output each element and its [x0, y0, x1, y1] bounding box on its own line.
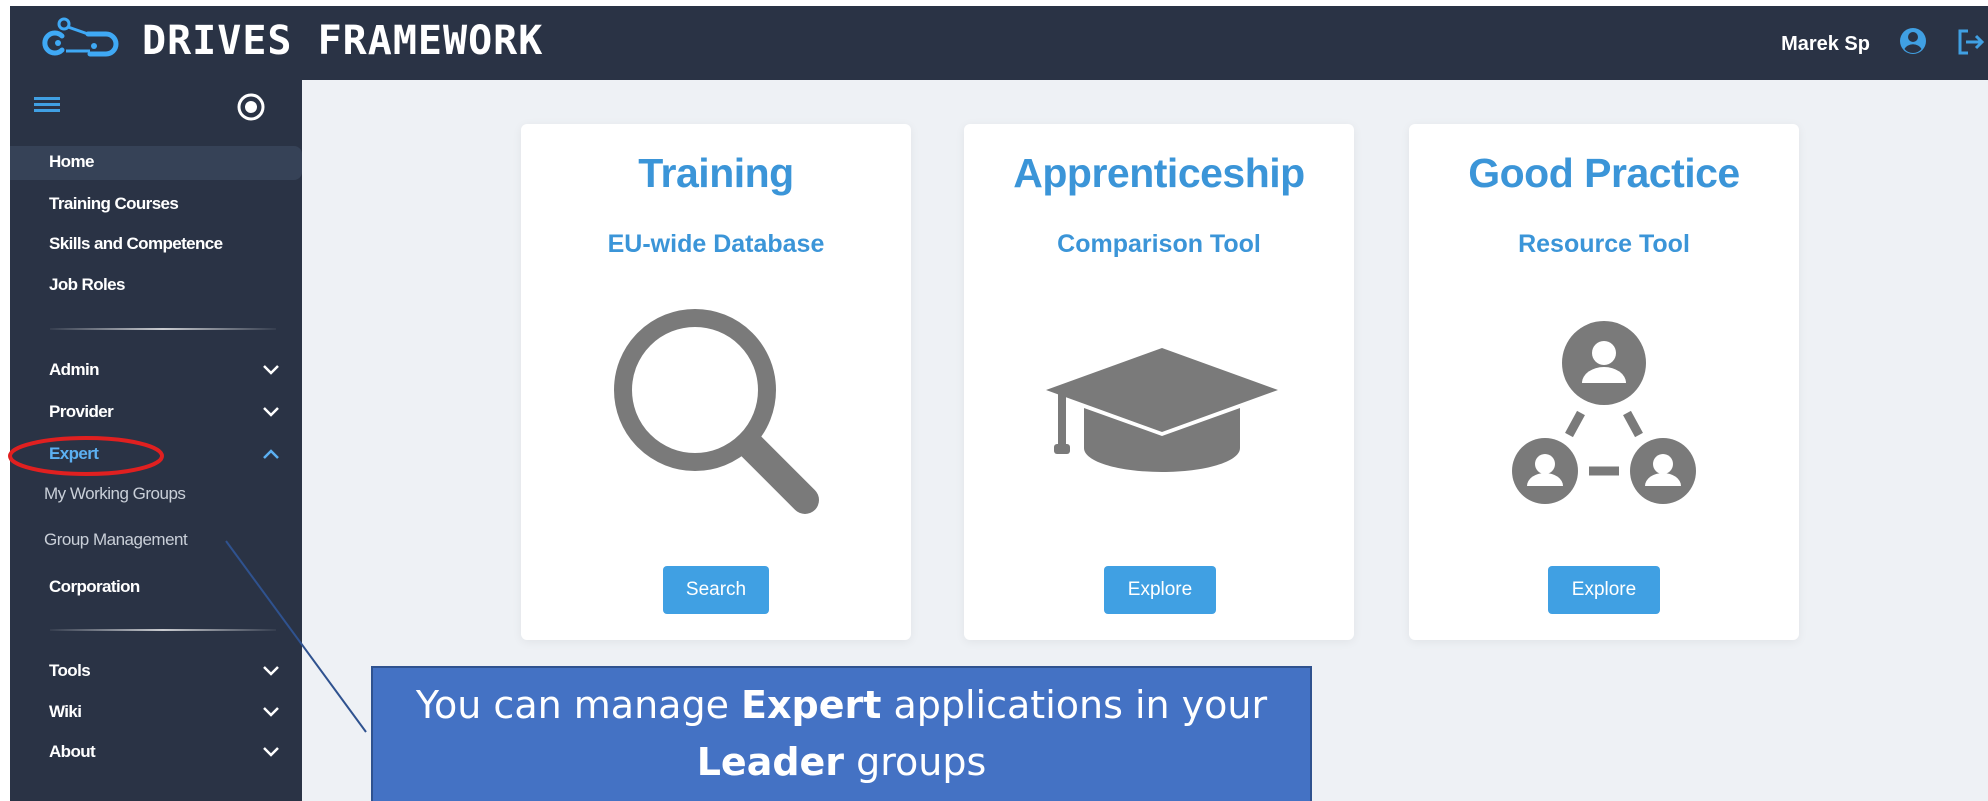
sidebar-item-admin[interactable]: Admin: [49, 360, 99, 380]
chevron-down-icon[interactable]: [262, 665, 280, 677]
chevron-down-icon[interactable]: [262, 746, 280, 758]
card-title: Good Practice: [1468, 150, 1740, 196]
graduation-cap-icon: [1046, 348, 1278, 472]
sidebar-item-group-management[interactable]: Group Management: [44, 530, 188, 550]
card-title: Training: [638, 150, 794, 196]
sidebar-item-wiki[interactable]: Wiki: [49, 702, 82, 722]
search-button[interactable]: Search: [663, 566, 769, 614]
sidebar-item-about[interactable]: About: [49, 742, 96, 762]
card-apprenticeship: Apprenticeship Comparison Tool Explore: [964, 124, 1354, 640]
sidebar-item-skills-and-competence[interactable]: Skills and Competence: [49, 234, 223, 254]
logo[interactable]: DRIVES FRAMEWORK: [32, 16, 543, 66]
user-name[interactable]: Marek Sp: [1781, 33, 1870, 56]
chevron-down-icon[interactable]: [262, 706, 280, 718]
sidebar-item-my-working-groups[interactable]: My Working Groups: [44, 484, 186, 504]
sidebar-item-training-courses[interactable]: Training Courses: [49, 194, 179, 214]
user-circle-icon[interactable]: [1898, 26, 1928, 56]
sidebar-item-tools[interactable]: Tools: [49, 661, 91, 681]
top-bar: DRIVES FRAMEWORK Marek Sp: [10, 6, 1988, 80]
radio-toggle-icon[interactable]: [236, 92, 266, 122]
card-subtitle: EU-wide Database: [607, 230, 825, 258]
magnifying-glass-icon: [614, 309, 819, 514]
hamburger-menu-icon[interactable]: [34, 92, 60, 116]
sign-out-icon[interactable]: [1956, 28, 1986, 56]
explore-button[interactable]: Explore: [1104, 566, 1216, 614]
chevron-down-icon[interactable]: [262, 406, 280, 418]
card-subtitle: Comparison Tool: [1057, 230, 1261, 258]
sidebar-item-expert[interactable]: Expert: [49, 444, 99, 464]
card-good-practice: Good Practice Resource Tool Explore: [1409, 124, 1799, 640]
sidebar-item-corporation[interactable]: Corporation: [49, 577, 140, 597]
sidebar-item-provider[interactable]: Provider: [49, 402, 114, 422]
card-subtitle: Resource Tool: [1518, 230, 1690, 258]
chevron-down-icon[interactable]: [262, 364, 280, 376]
logo-text: DRIVES FRAMEWORK: [142, 18, 544, 64]
card-title: Apprenticeship: [1013, 150, 1305, 196]
sidebar-item-job-roles[interactable]: Job Roles: [49, 275, 125, 295]
user-network-icon: [1512, 321, 1696, 504]
explore-button[interactable]: Explore: [1548, 566, 1660, 614]
sidebar-item-home[interactable]: Home: [49, 152, 94, 172]
sidebar-divider: [50, 328, 276, 330]
chevron-up-icon[interactable]: [262, 448, 280, 460]
drives-logo-icon: [42, 17, 119, 57]
card-training: Training EU-wide Database Search: [521, 124, 911, 640]
sidebar: Home Training Courses Skills and Compete…: [10, 80, 302, 801]
annotation-callout: You can manage Expert applications in yo…: [371, 666, 1312, 801]
callout-line-1: You can manage Expert applications in yo…: [415, 683, 1268, 727]
sidebar-divider: [50, 629, 276, 631]
callout-line-2: Leader groups: [696, 740, 987, 784]
